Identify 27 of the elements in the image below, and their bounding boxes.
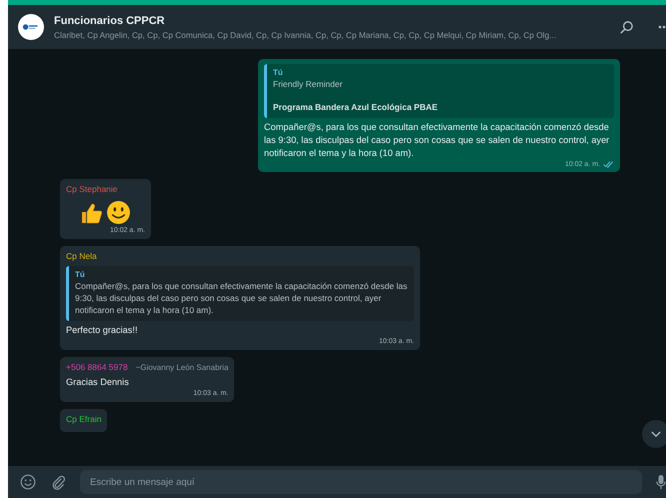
scroll-down-button[interactable] — [642, 420, 666, 448]
message-text: Compañer@s, para los que consultan efectivamente la capacitación comenzó desde las 9:30, las disculpas del caso pero son cosas que se salen de nuestro control, ayer notificaron el tema y la hora (10 am). — [264, 120, 610, 160]
thumbs-up-icon — [80, 200, 104, 225]
quote-text: Friendly Reminder — [273, 79, 344, 92]
sender-name: Cp Stephanie — [66, 184, 118, 196]
smiley-icon — [106, 200, 131, 226]
quote-text: Programa Bandera Azul Ecológica PBAE — [273, 102, 439, 114]
group-avatar[interactable] — [18, 14, 44, 40]
sender-name: Cp Efrain — [66, 414, 102, 426]
sender-alias: ~Giovanny León Sanabria — [136, 362, 228, 373]
quote-text: Compañer@s, para los que consultan efectivamente la capacitación comenzó desde las 9:30, las disculpas del caso pero son cosas que se salen de nuestro control, ayer notificaron el tema y la hora (10 am). — [75, 281, 408, 317]
member-list: Claribet, Cp Angelin, Cp, Cp, Cp Comunica, Cp David, Cp, Cp Ivannia, Cp, Cp, Cp Mariana, Cp, Cp, Cp Melqui, Cp Miriam, Cp, Cp Olg... — [54, 30, 597, 40]
quote-author: Tú — [75, 268, 86, 280]
message-input[interactable]: Escribe un mensaje aquí — [80, 470, 642, 494]
paperclip-icon[interactable] — [50, 474, 66, 490]
sender-name: +506 8864 5978 — [66, 362, 128, 374]
chevron-down-icon — [651, 430, 661, 438]
message-text: Gracias Dennis — [66, 376, 130, 390]
microphone-icon[interactable] — [656, 474, 666, 490]
smiley-icon[interactable] — [20, 474, 36, 490]
search-icon[interactable] — [619, 20, 634, 34]
quoted-message[interactable]: Tú Friendly Reminder Programa Bandera Azul Ecológica PBAE — [264, 64, 614, 118]
quote-author: Tú — [273, 67, 284, 78]
sender-name: Cp Nela — [66, 251, 97, 263]
quoted-message[interactable] — [66, 266, 414, 321]
message-text: Perfecto gracias!! — [66, 324, 138, 337]
group-title: Funcionarios CPPCR — [54, 14, 166, 26]
